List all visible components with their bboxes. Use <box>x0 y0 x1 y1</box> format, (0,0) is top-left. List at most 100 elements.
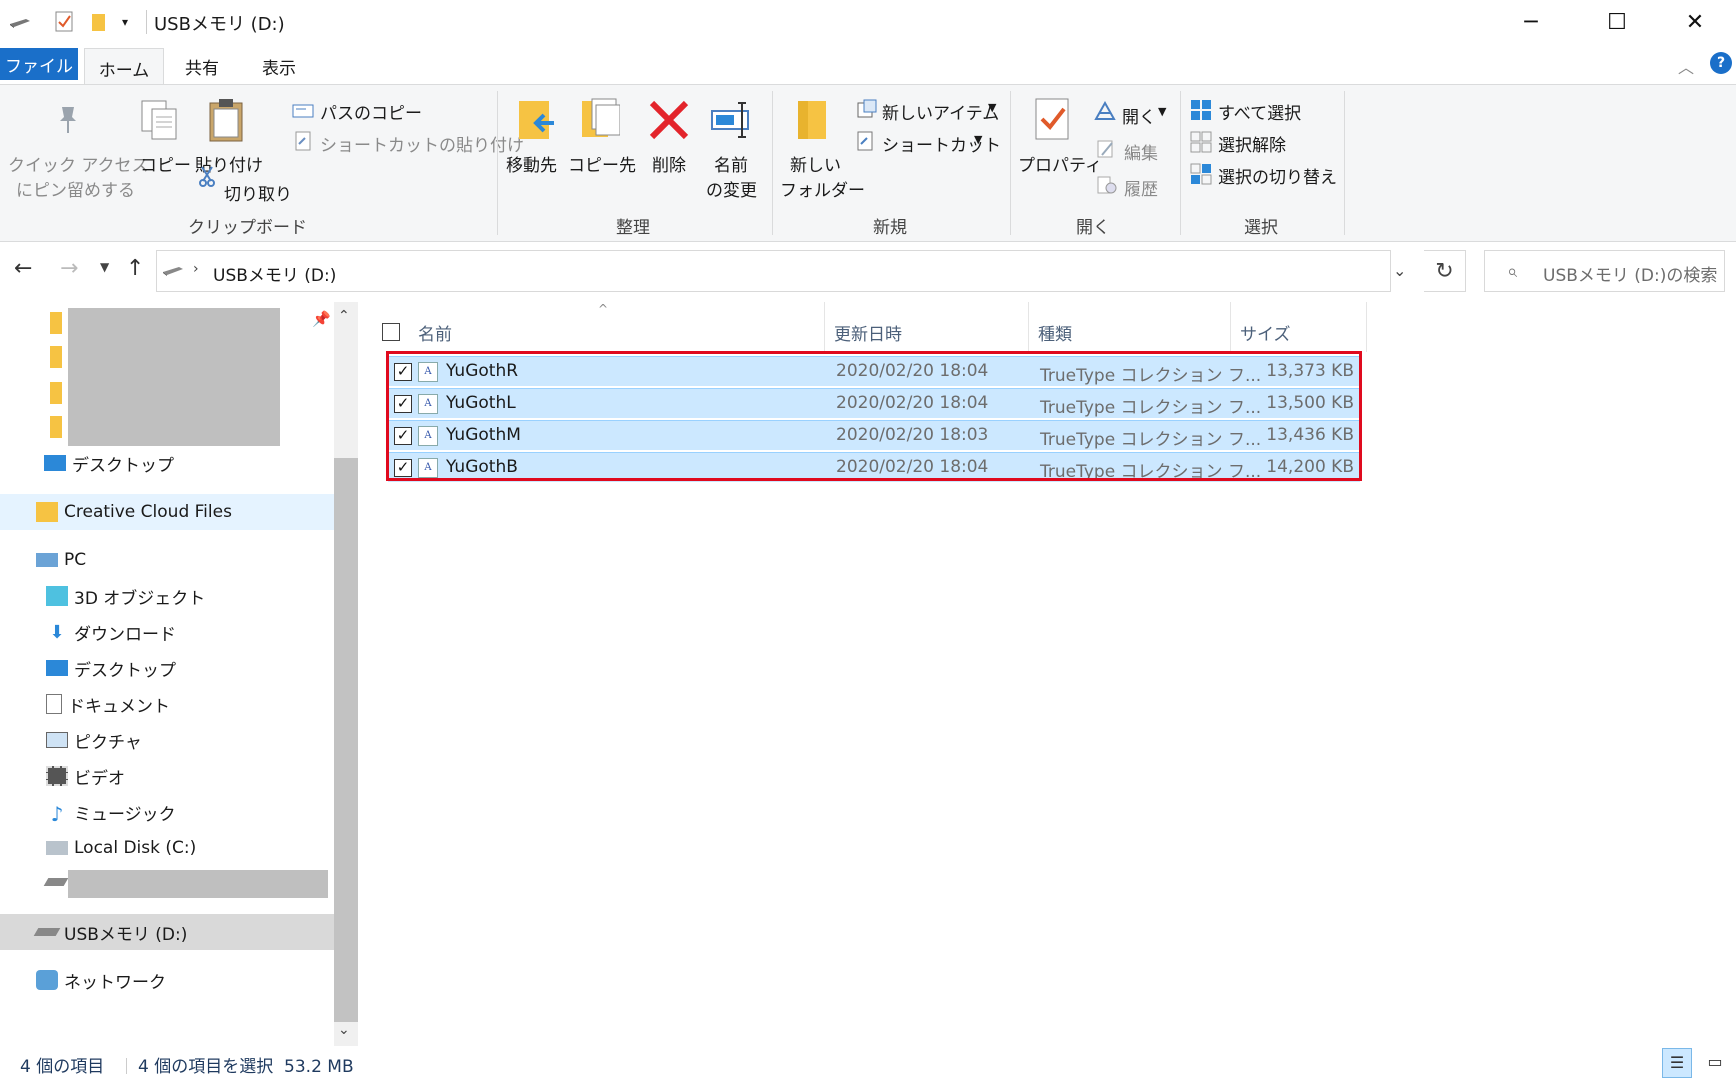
row-checkbox[interactable]: ✓ <box>394 363 412 381</box>
navigation-bar: ← → ▼ ↑ › USBメモリ (D:) ⌄ ↻ ⌕ USBメモリ (D:)の… <box>0 242 1736 302</box>
new-item-dropdown-icon[interactable]: ▼ <box>988 101 996 114</box>
delete-button[interactable]: 削除 <box>652 151 686 176</box>
file-modified: 2020/02/20 18:04 <box>836 457 989 477</box>
nav-network[interactable]: ネットワーク <box>36 963 166 997</box>
local-disk-icon <box>46 841 68 855</box>
file-type: TrueType コレクション フ... <box>1040 430 1262 450</box>
large-icons-view-icon[interactable]: ▭ <box>1700 1048 1730 1078</box>
nav-scrollbar[interactable]: ⌃ ⌄ <box>334 302 358 1046</box>
collapse-ribbon-icon[interactable]: ︿ <box>1678 54 1694 78</box>
back-icon[interactable]: ← <box>14 256 32 281</box>
maximize-button[interactable]: ☐ <box>1576 0 1658 44</box>
nav-label: Creative Cloud Files <box>64 502 232 522</box>
file-name: YuGothL <box>446 393 516 413</box>
table-row[interactable]: ✓ A YuGothB 2020/02/20 18:04 TrueType コレ… <box>388 452 1360 482</box>
breadcrumb-chevron-icon[interactable]: › <box>193 261 199 277</box>
table-row[interactable]: ✓ A YuGothL 2020/02/20 18:04 TrueType コレ… <box>388 388 1360 418</box>
file-name: YuGothB <box>446 457 518 477</box>
document-icon <box>46 694 62 714</box>
properties-button[interactable]: プロパティ <box>1018 151 1102 176</box>
column-header-name[interactable]: 名前 <box>418 312 452 352</box>
nav-pictures[interactable]: ピクチャ <box>46 723 142 757</box>
nav-desktop-quick[interactable]: デスクトップ <box>44 446 174 480</box>
nav-3d-objects[interactable]: 3D オブジェクト <box>46 579 205 613</box>
close-button[interactable]: ✕ <box>1654 0 1736 44</box>
nav-videos[interactable]: ビデオ <box>46 759 125 793</box>
shortcut-dropdown-icon[interactable]: ▼ <box>974 133 982 146</box>
file-list: ^ 名前 更新日時 種類 サイズ ✓ A YuGothR 2020/02/20 … <box>358 302 1736 1048</box>
search-box[interactable]: ⌕ USBメモリ (D:)の検索 <box>1484 250 1725 292</box>
new-folder-quick-icon[interactable] <box>86 10 112 34</box>
scroll-down-icon[interactable]: ⌄ <box>338 1022 350 1038</box>
search-input[interactable]: USBメモリ (D:)の検索 <box>1543 261 1717 286</box>
select-all-button[interactable]: すべて選択 <box>1218 99 1301 124</box>
forward-icon[interactable]: → <box>60 256 78 281</box>
breadcrumb[interactable]: USBメモリ (D:) <box>213 261 336 286</box>
copy-to-button[interactable]: コピー先 <box>568 151 636 176</box>
scroll-thumb[interactable] <box>334 458 358 1022</box>
pc-icon <box>36 553 58 567</box>
select-none-button[interactable]: 選択解除 <box>1218 131 1286 156</box>
status-bar: 4 個の項目 4 個の項目を選択 53.2 MB ☰ ▭ <box>0 1048 1736 1081</box>
open-dropdown-icon[interactable]: ▼ <box>1158 105 1166 118</box>
item-count: 4 個の項目 <box>20 1057 105 1077</box>
row-checkbox[interactable]: ✓ <box>394 459 412 477</box>
file-name: YuGothR <box>446 361 519 381</box>
nav-creative-cloud[interactable]: Creative Cloud Files <box>36 495 232 529</box>
column-header-size[interactable]: サイズ <box>1240 312 1291 352</box>
tab-file[interactable]: ファイル <box>0 48 78 80</box>
tab-share[interactable]: 共有 <box>170 48 234 84</box>
properties-quick-icon[interactable] <box>52 10 78 34</box>
row-checkbox[interactable]: ✓ <box>394 427 412 445</box>
history-button[interactable]: 履歴 <box>1124 175 1158 200</box>
address-history-icon[interactable]: ⌄ <box>1393 261 1406 280</box>
pin-quick-access-label[interactable]: クイック アクセス <box>8 151 149 176</box>
table-row[interactable]: ✓ A YuGothR 2020/02/20 18:04 TrueType コレ… <box>388 356 1360 386</box>
new-folder-button-2[interactable]: フォルダー <box>780 176 865 201</box>
minimize-button[interactable]: ─ <box>1490 0 1572 44</box>
customize-quick-access-icon[interactable]: ▾ <box>114 10 136 34</box>
nav-usb-drive[interactable]: USBメモリ (D:) <box>33 915 187 949</box>
table-row[interactable]: ✓ A YuGothM 2020/02/20 18:03 TrueType コレ… <box>388 420 1360 450</box>
pin-icon[interactable]: 📌 <box>312 310 331 328</box>
nav-pc[interactable]: PC <box>36 543 86 577</box>
select-all-checkbox[interactable] <box>382 312 400 352</box>
tab-view[interactable]: 表示 <box>244 48 314 84</box>
pin-quick-access-label-2[interactable]: にピン留めする <box>16 176 135 201</box>
folder-icon <box>50 346 62 368</box>
tab-home[interactable]: ホーム <box>84 48 164 88</box>
open-button[interactable]: 開く <box>1122 103 1156 128</box>
row-checkbox[interactable]: ✓ <box>394 395 412 413</box>
nav-local-disk[interactable]: Local Disk (C:) <box>46 831 196 865</box>
file-size: 13,373 KB <box>1266 361 1354 381</box>
help-icon[interactable]: ? <box>1710 52 1732 74</box>
rename-button[interactable]: 名前 <box>714 151 748 176</box>
copy-path-button[interactable]: パスのコピー <box>320 99 422 124</box>
font-file-icon: A <box>418 458 438 478</box>
up-icon[interactable]: ↑ <box>126 256 144 281</box>
refresh-button[interactable]: ↻ <box>1424 250 1466 292</box>
invert-selection-button[interactable]: 選択の切り替え <box>1218 163 1337 188</box>
nav-documents[interactable]: ドキュメント <box>46 687 170 721</box>
nav-music[interactable]: ♪ ミュージック <box>46 795 176 829</box>
rename-button-2[interactable]: の変更 <box>706 176 757 201</box>
new-item-button[interactable]: 新しいアイテム <box>882 99 999 124</box>
column-header-type[interactable]: 種類 <box>1038 312 1072 352</box>
cut-button[interactable]: 切り取り <box>224 180 292 205</box>
move-to-button[interactable]: 移動先 <box>506 151 557 176</box>
details-view-icon[interactable]: ☰ <box>1662 1048 1692 1078</box>
copy-button[interactable]: コピー <box>140 151 191 176</box>
address-bar[interactable]: › USBメモリ (D:) ⌄ <box>156 250 1406 292</box>
new-folder-button[interactable]: 新しい <box>790 151 841 176</box>
recent-locations-icon[interactable]: ▼ <box>100 260 109 274</box>
shortcut-button[interactable]: ショートカット <box>882 131 1001 156</box>
edit-button[interactable]: 編集 <box>1124 139 1158 164</box>
paste-shortcut-button[interactable]: ショートカットの貼り付け <box>320 131 524 156</box>
nav-desktop[interactable]: デスクトップ <box>46 651 176 685</box>
ribbon-tabs: ファイル ホーム 共有 表示 ︿ ? <box>0 44 1736 88</box>
nav-downloads[interactable]: ⬇ ダウンロード <box>46 615 176 649</box>
copy-to-icon <box>580 97 621 147</box>
column-header-modified[interactable]: 更新日時 <box>834 312 902 352</box>
new-group-label: 新規 <box>873 218 907 238</box>
scroll-up-icon[interactable]: ⌃ <box>338 308 350 324</box>
